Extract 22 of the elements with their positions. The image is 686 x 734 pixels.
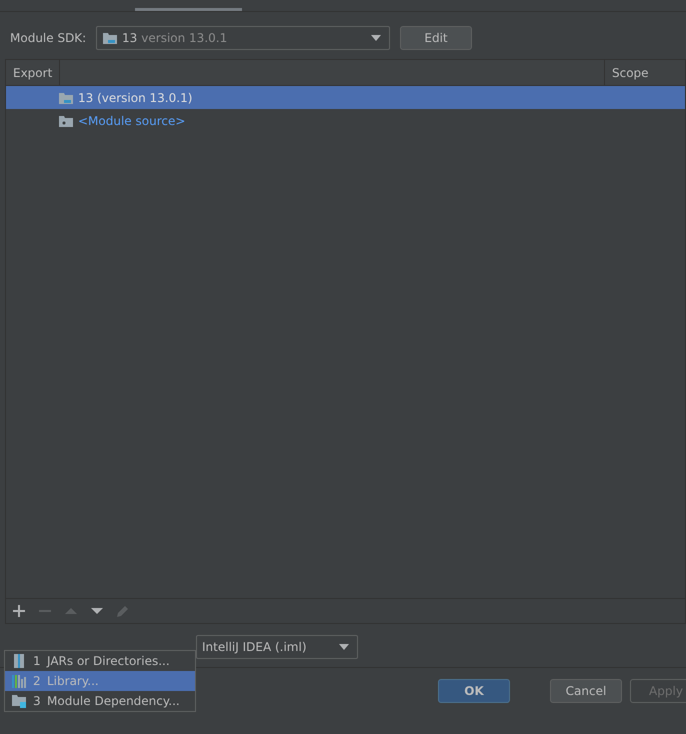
table-row[interactable]: <Module source> — [6, 109, 685, 132]
format-dropdown[interactable]: IntelliJ IDEA (.iml) — [196, 635, 358, 659]
add-icon[interactable] — [13, 605, 25, 617]
caret-icon — [339, 644, 349, 650]
menu-item[interactable]: 3 Module Dependency... — [5, 691, 195, 711]
row-text: 13 (version 13.0.1) — [78, 90, 192, 104]
table-row[interactable]: 13 (version 13.0.1) — [6, 86, 685, 109]
library-icon — [11, 673, 27, 689]
column-header[interactable]: Scope — [605, 60, 685, 85]
move-down-icon[interactable] — [91, 605, 103, 617]
menu-item[interactable]: 2 Library... — [5, 671, 195, 691]
cancel-button[interactable]: Cancel — [550, 679, 622, 703]
ok-button[interactable]: OK — [438, 679, 510, 703]
edit-button[interactable]: Edit — [400, 26, 472, 50]
menu-item[interactable]: 1 JARs or Directories... — [5, 651, 195, 671]
column-header[interactable]: Export — [6, 60, 60, 85]
row-text: <Module source> — [78, 114, 186, 128]
sdk-dropdown[interactable]: 13 version 13.0.1 — [96, 26, 390, 50]
folder-module-icon — [11, 693, 27, 709]
module-sdk-label: Module SDK: — [10, 31, 88, 45]
caret-icon — [371, 35, 381, 41]
jar-icon — [11, 653, 27, 669]
